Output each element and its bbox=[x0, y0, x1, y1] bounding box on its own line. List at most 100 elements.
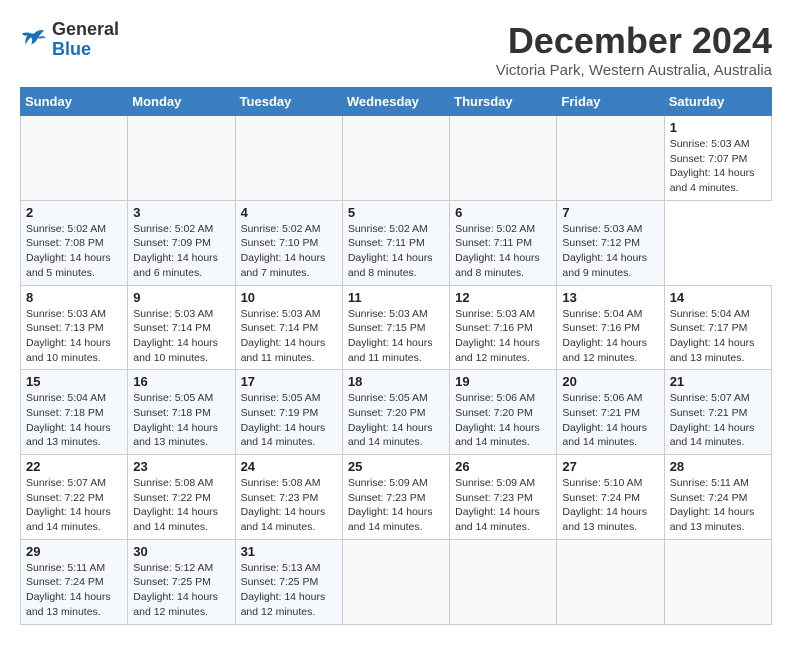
day-info: Sunrise: 5:04 AM Sunset: 7:18 PM Dayligh… bbox=[26, 391, 122, 450]
day-number: 7 bbox=[562, 205, 658, 220]
daylight-text: Daylight: 14 hours and 7 minutes. bbox=[241, 252, 326, 279]
day-info: Sunrise: 5:04 AM Sunset: 7:17 PM Dayligh… bbox=[670, 307, 766, 366]
calendar-day-cell: 19 Sunrise: 5:06 AM Sunset: 7:20 PM Dayl… bbox=[450, 370, 557, 455]
calendar-day-cell: 5 Sunrise: 5:02 AM Sunset: 7:11 PM Dayli… bbox=[342, 200, 449, 285]
calendar-day-cell: 9 Sunrise: 5:03 AM Sunset: 7:14 PM Dayli… bbox=[128, 285, 235, 370]
day-number: 17 bbox=[241, 374, 337, 389]
day-number: 27 bbox=[562, 459, 658, 474]
day-number: 15 bbox=[26, 374, 122, 389]
sunrise-text: Sunrise: 5:11 AM bbox=[670, 477, 749, 489]
sunset-text: Sunset: 7:23 PM bbox=[348, 492, 426, 504]
day-info: Sunrise: 5:11 AM Sunset: 7:24 PM Dayligh… bbox=[26, 561, 122, 620]
daylight-text: Daylight: 14 hours and 12 minutes. bbox=[241, 591, 326, 618]
day-number: 19 bbox=[455, 374, 551, 389]
calendar-day-cell: 3 Sunrise: 5:02 AM Sunset: 7:09 PM Dayli… bbox=[128, 200, 235, 285]
sunset-text: Sunset: 7:17 PM bbox=[670, 322, 748, 334]
sunset-text: Sunset: 7:19 PM bbox=[241, 407, 319, 419]
day-info: Sunrise: 5:06 AM Sunset: 7:20 PM Dayligh… bbox=[455, 391, 551, 450]
daylight-text: Daylight: 14 hours and 14 minutes. bbox=[455, 422, 540, 449]
daylight-text: Daylight: 14 hours and 14 minutes. bbox=[241, 506, 326, 533]
calendar-header-saturday: Saturday bbox=[664, 88, 771, 116]
day-number: 30 bbox=[133, 544, 229, 559]
calendar-header-wednesday: Wednesday bbox=[342, 88, 449, 116]
day-info: Sunrise: 5:07 AM Sunset: 7:21 PM Dayligh… bbox=[670, 391, 766, 450]
sunset-text: Sunset: 7:21 PM bbox=[670, 407, 748, 419]
daylight-text: Daylight: 14 hours and 12 minutes. bbox=[133, 591, 218, 618]
sunset-text: Sunset: 7:23 PM bbox=[241, 492, 319, 504]
day-info: Sunrise: 5:02 AM Sunset: 7:09 PM Dayligh… bbox=[133, 222, 229, 281]
day-number: 18 bbox=[348, 374, 444, 389]
calendar-week-row: 29 Sunrise: 5:11 AM Sunset: 7:24 PM Dayl… bbox=[21, 539, 772, 624]
calendar-day-cell: 15 Sunrise: 5:04 AM Sunset: 7:18 PM Dayl… bbox=[21, 370, 128, 455]
daylight-text: Daylight: 14 hours and 13 minutes. bbox=[562, 506, 647, 533]
empty-cell bbox=[128, 116, 235, 201]
day-number: 8 bbox=[26, 290, 122, 305]
day-info: Sunrise: 5:05 AM Sunset: 7:20 PM Dayligh… bbox=[348, 391, 444, 450]
sunset-text: Sunset: 7:10 PM bbox=[241, 237, 319, 249]
empty-cell bbox=[450, 539, 557, 624]
sunrise-text: Sunrise: 5:03 AM bbox=[241, 308, 321, 320]
calendar-day-cell: 30 Sunrise: 5:12 AM Sunset: 7:25 PM Dayl… bbox=[128, 539, 235, 624]
logo-text: General Blue bbox=[52, 20, 119, 60]
empty-cell bbox=[235, 116, 342, 201]
sunrise-text: Sunrise: 5:06 AM bbox=[455, 392, 535, 404]
day-info: Sunrise: 5:13 AM Sunset: 7:25 PM Dayligh… bbox=[241, 561, 337, 620]
day-number: 20 bbox=[562, 374, 658, 389]
sunrise-text: Sunrise: 5:03 AM bbox=[455, 308, 535, 320]
calendar-day-cell: 10 Sunrise: 5:03 AM Sunset: 7:14 PM Dayl… bbox=[235, 285, 342, 370]
sunset-text: Sunset: 7:13 PM bbox=[26, 322, 104, 334]
logo-bird-icon bbox=[20, 26, 48, 54]
day-number: 29 bbox=[26, 544, 122, 559]
calendar-week-row: 8 Sunrise: 5:03 AM Sunset: 7:13 PM Dayli… bbox=[21, 285, 772, 370]
sunrise-text: Sunrise: 5:03 AM bbox=[26, 308, 106, 320]
sunrise-text: Sunrise: 5:08 AM bbox=[133, 477, 213, 489]
calendar-day-cell: 20 Sunrise: 5:06 AM Sunset: 7:21 PM Dayl… bbox=[557, 370, 664, 455]
empty-cell bbox=[557, 539, 664, 624]
sunrise-text: Sunrise: 5:08 AM bbox=[241, 477, 321, 489]
calendar-day-cell: 21 Sunrise: 5:07 AM Sunset: 7:21 PM Dayl… bbox=[664, 370, 771, 455]
sunset-text: Sunset: 7:18 PM bbox=[26, 407, 104, 419]
calendar-day-cell: 24 Sunrise: 5:08 AM Sunset: 7:23 PM Dayl… bbox=[235, 455, 342, 540]
day-info: Sunrise: 5:02 AM Sunset: 7:11 PM Dayligh… bbox=[348, 222, 444, 281]
daylight-text: Daylight: 14 hours and 12 minutes. bbox=[562, 337, 647, 364]
sunrise-text: Sunrise: 5:04 AM bbox=[26, 392, 106, 404]
sunset-text: Sunset: 7:25 PM bbox=[241, 576, 319, 588]
empty-cell bbox=[342, 116, 449, 201]
sunrise-text: Sunrise: 5:07 AM bbox=[670, 392, 750, 404]
day-number: 6 bbox=[455, 205, 551, 220]
daylight-text: Daylight: 14 hours and 12 minutes. bbox=[455, 337, 540, 364]
calendar-week-row: 1 Sunrise: 5:03 AM Sunset: 7:07 PM Dayli… bbox=[21, 116, 772, 201]
day-info: Sunrise: 5:10 AM Sunset: 7:24 PM Dayligh… bbox=[562, 476, 658, 535]
sunset-text: Sunset: 7:23 PM bbox=[455, 492, 533, 504]
day-number: 25 bbox=[348, 459, 444, 474]
sunrise-text: Sunrise: 5:02 AM bbox=[26, 223, 106, 235]
day-info: Sunrise: 5:03 AM Sunset: 7:16 PM Dayligh… bbox=[455, 307, 551, 366]
calendar-header-friday: Friday bbox=[557, 88, 664, 116]
daylight-text: Daylight: 14 hours and 14 minutes. bbox=[241, 422, 326, 449]
calendar-day-cell: 28 Sunrise: 5:11 AM Sunset: 7:24 PM Dayl… bbox=[664, 455, 771, 540]
day-number: 13 bbox=[562, 290, 658, 305]
daylight-text: Daylight: 14 hours and 14 minutes. bbox=[348, 422, 433, 449]
day-number: 31 bbox=[241, 544, 337, 559]
calendar-day-cell: 11 Sunrise: 5:03 AM Sunset: 7:15 PM Dayl… bbox=[342, 285, 449, 370]
day-info: Sunrise: 5:03 AM Sunset: 7:15 PM Dayligh… bbox=[348, 307, 444, 366]
calendar-day-cell: 12 Sunrise: 5:03 AM Sunset: 7:16 PM Dayl… bbox=[450, 285, 557, 370]
day-number: 10 bbox=[241, 290, 337, 305]
day-number: 4 bbox=[241, 205, 337, 220]
daylight-text: Daylight: 14 hours and 14 minutes. bbox=[455, 506, 540, 533]
calendar-day-cell: 22 Sunrise: 5:07 AM Sunset: 7:22 PM Dayl… bbox=[21, 455, 128, 540]
sunrise-text: Sunrise: 5:03 AM bbox=[133, 308, 213, 320]
daylight-text: Daylight: 14 hours and 6 minutes. bbox=[133, 252, 218, 279]
day-number: 24 bbox=[241, 459, 337, 474]
sunset-text: Sunset: 7:11 PM bbox=[348, 237, 425, 249]
day-number: 11 bbox=[348, 290, 444, 305]
daylight-text: Daylight: 14 hours and 14 minutes. bbox=[26, 506, 111, 533]
sunset-text: Sunset: 7:20 PM bbox=[455, 407, 533, 419]
calendar-day-cell: 7 Sunrise: 5:03 AM Sunset: 7:12 PM Dayli… bbox=[557, 200, 664, 285]
day-info: Sunrise: 5:03 AM Sunset: 7:13 PM Dayligh… bbox=[26, 307, 122, 366]
sunset-text: Sunset: 7:16 PM bbox=[455, 322, 533, 334]
title-block: December 2024 Victoria Park, Western Aus… bbox=[496, 20, 772, 79]
empty-cell bbox=[557, 116, 664, 201]
sunrise-text: Sunrise: 5:04 AM bbox=[670, 308, 750, 320]
daylight-text: Daylight: 14 hours and 13 minutes. bbox=[133, 422, 218, 449]
